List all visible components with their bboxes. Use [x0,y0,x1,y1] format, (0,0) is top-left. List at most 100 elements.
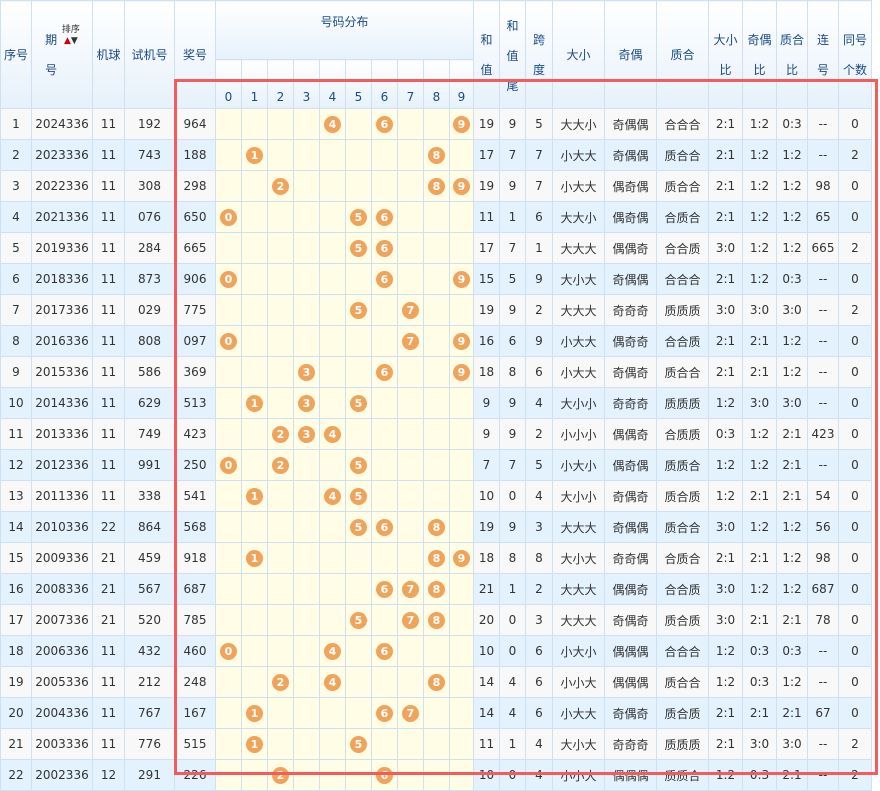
cell-bsr: 2:1 [708,201,743,233]
cell-oer: 1:2 [742,232,777,264]
dist-cell-5 [345,325,372,357]
cell-prize: 665 [174,232,216,264]
dist-cell-9: 9 [449,356,474,388]
cell-sum: 18 [473,542,500,574]
dist-cell-7: 7 [397,604,424,636]
cell-oer: 1:2 [742,449,777,481]
number-ball: 0 [220,332,237,350]
dist-cell-5 [345,139,372,171]
dist-cell-4 [319,697,346,729]
cell-pcr: 0:3 [776,263,808,295]
cell-test: 076 [124,201,175,233]
cell-bsr: 2:1 [708,356,743,388]
dist-cell-7 [397,728,424,760]
cell-pc: 质合质 [656,480,709,512]
cell-tail: 1 [499,201,526,233]
cell-span: 2 [525,418,553,450]
cell-bs: 大小小 [552,480,605,512]
cell-issue: 2021336 [31,201,93,233]
cell-consec: 65 [807,201,839,233]
dist-cell-0 [215,418,242,450]
cell-pcr: 1:2 [776,356,808,388]
dist-cell-6: 6 [371,511,398,543]
dist-cell-5: 5 [345,449,372,481]
cell-seq: 20 [0,697,32,729]
dist-cell-4 [319,728,346,760]
table-row: 13 2011336 11 338 541 1 4 5 10 0 4 大小小 奇偶奇 质合质 1:2 2:1 2… [0,480,872,512]
dist-cell-1: 1 [241,697,268,729]
header-sum-tail: 和值尾 [499,0,526,109]
table-row: 17 2007336 21 520 785 5 7 8 20 0 3 大大大 奇偶奇 质合质 3:0 2:1 2… [0,604,872,636]
dist-cell-6: 6 [371,232,398,264]
dist-cell-3 [293,542,320,574]
table-row: 20 2004336 11 767 167 1 6 7 14 4 6 小大大 奇偶奇 质合质 2:1 2:1 2… [0,697,872,729]
cell-bs: 小大小 [552,635,605,667]
dist-cell-4 [319,294,346,326]
cell-tail: 7 [499,232,526,264]
number-ball: 6 [376,270,393,288]
cell-span: 7 [525,170,553,202]
cell-bs: 大大小 [552,108,605,140]
dist-cell-2 [267,325,294,357]
cell-same: 0 [838,387,872,419]
cell-oer: 3:0 [742,728,777,760]
cell-test: 192 [124,108,175,140]
cell-bsr: 2:1 [708,728,743,760]
cell-oe: 偶奇偶 [604,201,657,233]
dist-cell-3: 3 [293,387,320,419]
dist-cell-0 [215,728,242,760]
cell-oer: 3:0 [742,387,777,419]
cell-sum: 9 [473,387,500,419]
cell-issue: 2016336 [31,325,93,357]
table-row: 5 2019336 11 284 665 5 6 17 7 1 大大大 偶偶奇 合合质 3:0 1:2 1:2… [0,232,872,264]
dist-cell-1 [241,170,268,202]
number-ball: 5 [350,735,367,753]
cell-seq: 15 [0,542,32,574]
cell-consec: 687 [807,573,839,605]
cell-consec: -- [807,108,839,140]
cell-seq: 1 [0,108,32,140]
sort-control[interactable]: 排序 ▲▼ [62,25,80,47]
table-row: 11 2013336 11 749 423 2 3 4 9 9 2 小小小 偶偶奇 合质质 0:3 1:2 2:… [0,418,872,450]
cell-span: 8 [525,542,553,574]
dist-cell-1: 1 [241,542,268,574]
cell-oer: 1:2 [742,418,777,450]
cell-tail: 7 [499,139,526,171]
dist-cell-7 [397,542,424,574]
cell-oer: 2:1 [742,604,777,636]
dist-cell-1: 1 [241,387,268,419]
cell-prize: 369 [174,356,216,388]
cell-bs: 大大大 [552,294,605,326]
dist-cell-1 [241,294,268,326]
cell-oer: 1:2 [742,263,777,295]
cell-pc: 合合合 [656,635,709,667]
number-ball: 8 [428,611,445,629]
dist-cell-9 [449,418,474,450]
dist-cell-8: 8 [423,170,450,202]
cell-test: 873 [124,263,175,295]
sort-down-icon[interactable]: ▼ [71,36,78,46]
dist-cell-1 [241,666,268,698]
dist-cell-2 [267,139,294,171]
dist-cell-6: 6 [371,356,398,388]
cell-sum: 18 [473,356,500,388]
header-issue[interactable]: 期号 排序 ▲▼ [31,0,93,109]
cell-machine: 11 [92,263,125,295]
cell-machine: 11 [92,356,125,388]
cell-seq: 2 [0,139,32,171]
cell-sum: 10 [473,480,500,512]
cell-same: 0 [838,604,872,636]
sort-up-icon[interactable]: ▲ [64,36,71,46]
cell-same: 0 [838,263,872,295]
number-ball: 7 [402,704,419,722]
cell-oe: 偶偶奇 [604,418,657,450]
dist-cell-5 [345,356,372,388]
cell-pc: 合质合 [656,542,709,574]
dist-cell-7 [397,232,424,264]
cell-test: 749 [124,418,175,450]
cell-machine: 11 [92,201,125,233]
cell-oe: 奇奇奇 [604,387,657,419]
number-ball: 1 [246,487,263,505]
header-machine: 机球 [92,0,125,109]
cell-pc: 合合合 [656,108,709,140]
